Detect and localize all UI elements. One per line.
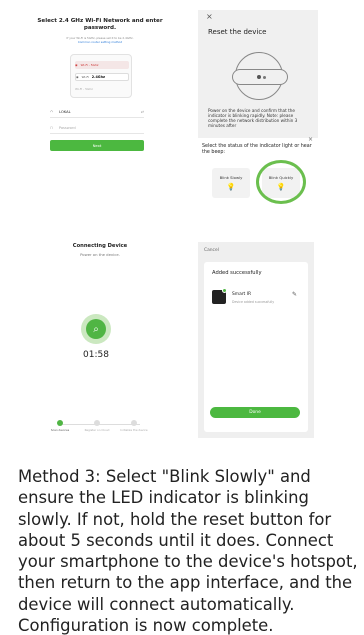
close-icon[interactable]: × — [308, 136, 313, 143]
ir-device-illustration — [232, 52, 288, 100]
blink-slowly-option[interactable]: Blink Slowly 💡 — [212, 168, 250, 198]
step-initialize: Initialize the device — [119, 420, 149, 432]
router-row-5ghz: ◉ Wi-Fi - 5Ghz — [75, 61, 129, 69]
indicator-led — [257, 75, 261, 79]
sheet-title: Select the status of the indicator light… — [202, 144, 312, 155]
reset-title: Reset the device — [208, 28, 267, 36]
wifi-icon: ◉ — [75, 63, 78, 67]
router-setting-link[interactable]: Common router setting method — [78, 40, 122, 44]
wifi-setup-screen: Select 2.4 GHz Wi-Fi Network and enter p… — [30, 10, 170, 151]
wifi-icon: ◉ — [76, 75, 79, 79]
password-placeholder: Password — [58, 125, 76, 130]
wifi-password-field[interactable]: ⊓ Password — [50, 122, 144, 134]
step-register: Register on Cloud — [82, 420, 112, 432]
step-scan: Scan devices — [45, 420, 75, 432]
lock-icon: ⊓ — [50, 125, 53, 130]
wifi-note: If your Wi-Fi is 5GHz, please set it to … — [40, 36, 160, 44]
connecting-title: Connecting Device — [72, 243, 128, 249]
next-button[interactable]: Next — [50, 140, 144, 151]
search-icon: ⌕ — [86, 319, 106, 339]
device-name: Smart IR — [232, 292, 252, 297]
bulb-icon: 💡 — [226, 183, 236, 191]
done-button[interactable]: Done — [210, 407, 300, 418]
countdown-timer: 01:58 — [83, 350, 109, 360]
device-status: Device added successfully — [232, 300, 275, 304]
router-row-5ghz-2: Wi-Fi - 5Ghz — [75, 87, 93, 91]
connecting-subtitle: Power on the device. — [80, 252, 120, 257]
added-title: Added successfully — [212, 270, 262, 276]
reset-device-screen: × Reset the device Power on the device a… — [198, 10, 318, 138]
router-row-24ghz: ◉ Wi-Fi 2.4Ghz — [75, 73, 129, 81]
router-illustration: ◉ Wi-Fi - 5Ghz ◉ Wi-Fi 2.4Ghz Wi-Fi - 5G… — [70, 54, 132, 98]
ssid-value: LOKAL — [59, 109, 71, 114]
wifi-title: Select 2.4 GHz Wi-Fi Network and enter p… — [37, 18, 163, 31]
reset-description: Power on the device and confirm that the… — [208, 108, 298, 128]
instruction-caption: Method 3: Select "Blink Slowly" and ensu… — [18, 467, 358, 635]
close-icon[interactable]: × — [206, 12, 213, 21]
switch-network-icon[interactable]: ⇄ — [141, 110, 144, 114]
cancel-link[interactable]: Cancel — [204, 248, 219, 253]
wifi-icon: ◠ — [50, 109, 54, 114]
success-badge — [222, 288, 227, 293]
pencil-icon[interactable]: ✎ — [292, 291, 297, 298]
highlight-circle — [256, 160, 306, 204]
wifi-ssid-field[interactable]: ◠ LOKAL ⇄ — [50, 106, 144, 118]
